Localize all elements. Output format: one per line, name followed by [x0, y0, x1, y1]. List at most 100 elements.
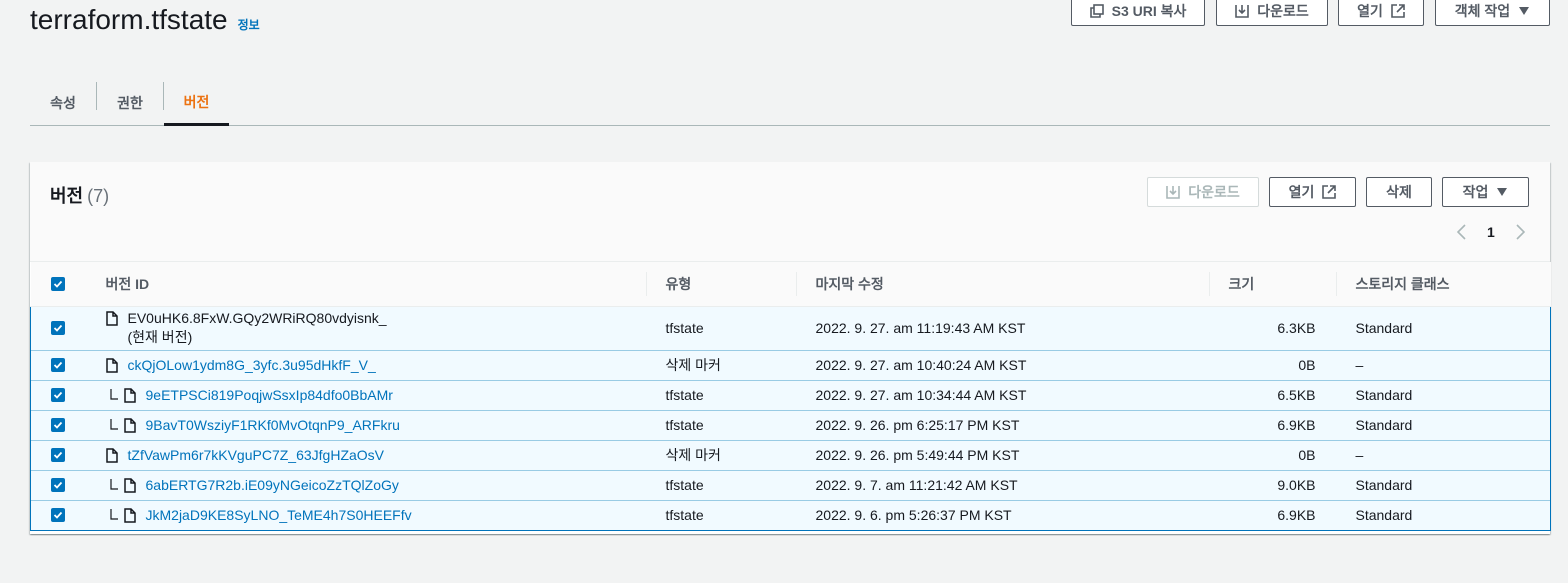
chevron-left-icon[interactable] [1455, 223, 1469, 241]
pagination: 1 [1455, 220, 1527, 244]
version-id-link[interactable]: 6abERTG7R2b.iE09yNGeicoZzTQlZoGy [146, 477, 399, 493]
row-checkbox[interactable] [51, 508, 65, 522]
type-cell: tfstate [645, 409, 796, 440]
file-icon [105, 357, 118, 373]
download-button[interactable]: 다운로드 [1216, 0, 1328, 26]
row-checkbox[interactable] [51, 478, 65, 492]
tree-branch-icon [109, 419, 118, 430]
checkmark-icon [53, 391, 63, 399]
size-cell: 6.3KB [1208, 305, 1336, 350]
tab-properties[interactable]: 속성 [30, 80, 96, 126]
row-checkbox[interactable] [51, 321, 65, 335]
row-checkbox[interactable] [51, 358, 65, 372]
object-actions-button[interactable]: 객체 작업 [1435, 0, 1550, 26]
size-cell: 6.9KB [1208, 409, 1336, 440]
version-id-cell: 9eETPSCi819PoqjwSsxIp84dfo0BbAMr [85, 379, 646, 410]
version-id-link[interactable]: tZfVawPm6r7kKVguPC7Z_63JfgHZaOsV [128, 447, 385, 463]
table-row[interactable]: ckQjOLow1ydm8G_3yfc.3u95dHkfF_V_ 삭제 마커 2… [30, 349, 1551, 380]
row-select-cell [30, 469, 86, 500]
type-cell: 삭제 마커 [645, 349, 796, 380]
column-header-last-modified[interactable]: 마지막 수정 [795, 262, 1209, 307]
caret-down-icon [1519, 7, 1530, 15]
row-checkbox[interactable] [51, 388, 65, 402]
row-select-cell [30, 439, 86, 470]
last-modified-cell: 2022. 9. 26. pm 5:49:44 PM KST [795, 439, 1209, 470]
column-header-version-id[interactable]: 버전 ID [85, 262, 646, 307]
open-button[interactable]: 열기 [1338, 0, 1424, 26]
type-cell: 삭제 마커 [645, 439, 796, 470]
download-icon [1235, 5, 1250, 18]
page-number[interactable]: 1 [1487, 224, 1495, 240]
versions-delete-button[interactable]: 삭제 [1366, 177, 1432, 207]
versions-open-button[interactable]: 열기 [1269, 177, 1356, 207]
caret-down-icon [1497, 188, 1508, 196]
versions-panel-header: 버전 (7) 다운로드 열기 삭제 작업 1 [30, 162, 1550, 262]
versions-table: 버전 ID 유형 마지막 수정 크기 스토리지 클래스 EV0uHK6.8FxW… [30, 262, 1551, 531]
row-checkbox[interactable] [51, 448, 65, 462]
last-modified-cell: 2022. 9. 26. pm 6:25:17 PM KST [795, 409, 1209, 440]
row-select-cell [30, 409, 86, 440]
file-icon [123, 507, 136, 523]
file-icon [123, 417, 136, 433]
checkmark-icon [53, 324, 63, 332]
column-header-type[interactable]: 유형 [645, 262, 796, 307]
version-id-link[interactable]: 9BavT0WsziyF1RKf0MvOtqnP9_ARFkru [146, 417, 400, 433]
table-row[interactable]: EV0uHK6.8FxW.GQy2WRiRQ80vdyisnk_ (현재 버전)… [30, 305, 1551, 350]
tab-permissions[interactable]: 권한 [97, 80, 163, 126]
row-select-cell [30, 379, 86, 410]
file-icon [105, 447, 118, 463]
page-title: terraform.tfstate 정보 [30, 4, 260, 36]
column-header-storage-class[interactable]: 스토리지 클래스 [1335, 262, 1551, 307]
table-row[interactable]: 9eETPSCi819PoqjwSsxIp84dfo0BbAMr tfstate… [30, 379, 1551, 410]
table-row[interactable]: tZfVawPm6r7kKVguPC7Z_63JfgHZaOsV 삭제 마커 2… [30, 439, 1551, 470]
last-modified-cell: 2022. 9. 27. am 10:34:44 AM KST [795, 379, 1209, 410]
last-modified-cell: 2022. 9. 7. am 11:21:42 AM KST [795, 469, 1209, 500]
version-id-cell: tZfVawPm6r7kKVguPC7Z_63JfgHZaOsV [85, 439, 646, 470]
select-all-checkbox[interactable] [50, 276, 65, 291]
version-id-link[interactable]: ckQjOLow1ydm8G_3yfc.3u95dHkfF_V_ [128, 357, 376, 373]
versions-heading: 버전 (7) [50, 186, 110, 206]
version-id-link[interactable]: JkM2jaD9KE8SyLNO_TeME4h7S0HEEFfv [146, 507, 412, 523]
checkmark-icon [53, 361, 63, 369]
storage-class-cell: Standard [1335, 409, 1551, 440]
checkmark-icon [53, 511, 63, 519]
column-divider [645, 272, 647, 296]
version-id-link[interactable]: 9eETPSCi819PoqjwSsxIp84dfo0BbAMr [146, 387, 393, 403]
row-select-cell [30, 305, 86, 350]
storage-class-cell: Standard [1335, 305, 1551, 350]
tab-versions[interactable]: 버전 [164, 80, 229, 126]
download-icon [1166, 186, 1181, 199]
storage-class-cell: Standard [1335, 499, 1551, 531]
chevron-right-icon[interactable] [1513, 223, 1527, 241]
last-modified-cell: 2022. 9. 27. am 11:19:43 AM KST [795, 305, 1209, 350]
versions-actions-button[interactable]: 작업 [1442, 177, 1529, 207]
size-cell: 6.9KB [1208, 499, 1336, 531]
size-cell: 0B [1208, 439, 1336, 470]
copy-s3-uri-button[interactable]: S3 URI 복사 [1071, 0, 1205, 26]
table-row[interactable]: 6abERTG7R2b.iE09yNGeicoZzTQlZoGy tfstate… [30, 469, 1551, 500]
column-divider [1335, 272, 1337, 296]
type-cell: tfstate [645, 305, 796, 350]
versions-count: (7) [87, 186, 110, 206]
current-version-label: (현재 버전) [127, 329, 193, 345]
column-divider [1208, 272, 1210, 296]
storage-class-cell: – [1335, 349, 1551, 380]
versions-panel: 버전 (7) 다운로드 열기 삭제 작업 1 버전 ID 유형 마지막 수정 크… [30, 162, 1551, 534]
table-row[interactable]: JkM2jaD9KE8SyLNO_TeME4h7S0HEEFfv tfstate… [30, 499, 1551, 531]
versions-download-button[interactable]: 다운로드 [1147, 177, 1259, 207]
external-link-icon [1322, 185, 1337, 199]
table-row[interactable]: 9BavT0WsziyF1RKf0MvOtqnP9_ARFkru tfstate… [30, 409, 1551, 440]
checkmark-icon [53, 421, 63, 429]
version-id-cell: 9BavT0WsziyF1RKf0MvOtqnP9_ARFkru [85, 409, 646, 440]
version-id-cell: JkM2jaD9KE8SyLNO_TeME4h7S0HEEFfv [85, 499, 646, 531]
last-modified-cell: 2022. 9. 6. pm 5:26:37 PM KST [795, 499, 1209, 531]
checkmark-icon [53, 481, 63, 489]
copy-icon [1089, 4, 1104, 18]
tab-bar: 속성 권한 버전 [30, 80, 1550, 126]
row-checkbox[interactable] [51, 418, 65, 432]
row-select-cell [30, 349, 86, 380]
info-link[interactable]: 정보 [238, 16, 260, 33]
type-cell: tfstate [645, 379, 796, 410]
column-header-size[interactable]: 크기 [1208, 262, 1336, 307]
select-all-cell [30, 262, 86, 307]
